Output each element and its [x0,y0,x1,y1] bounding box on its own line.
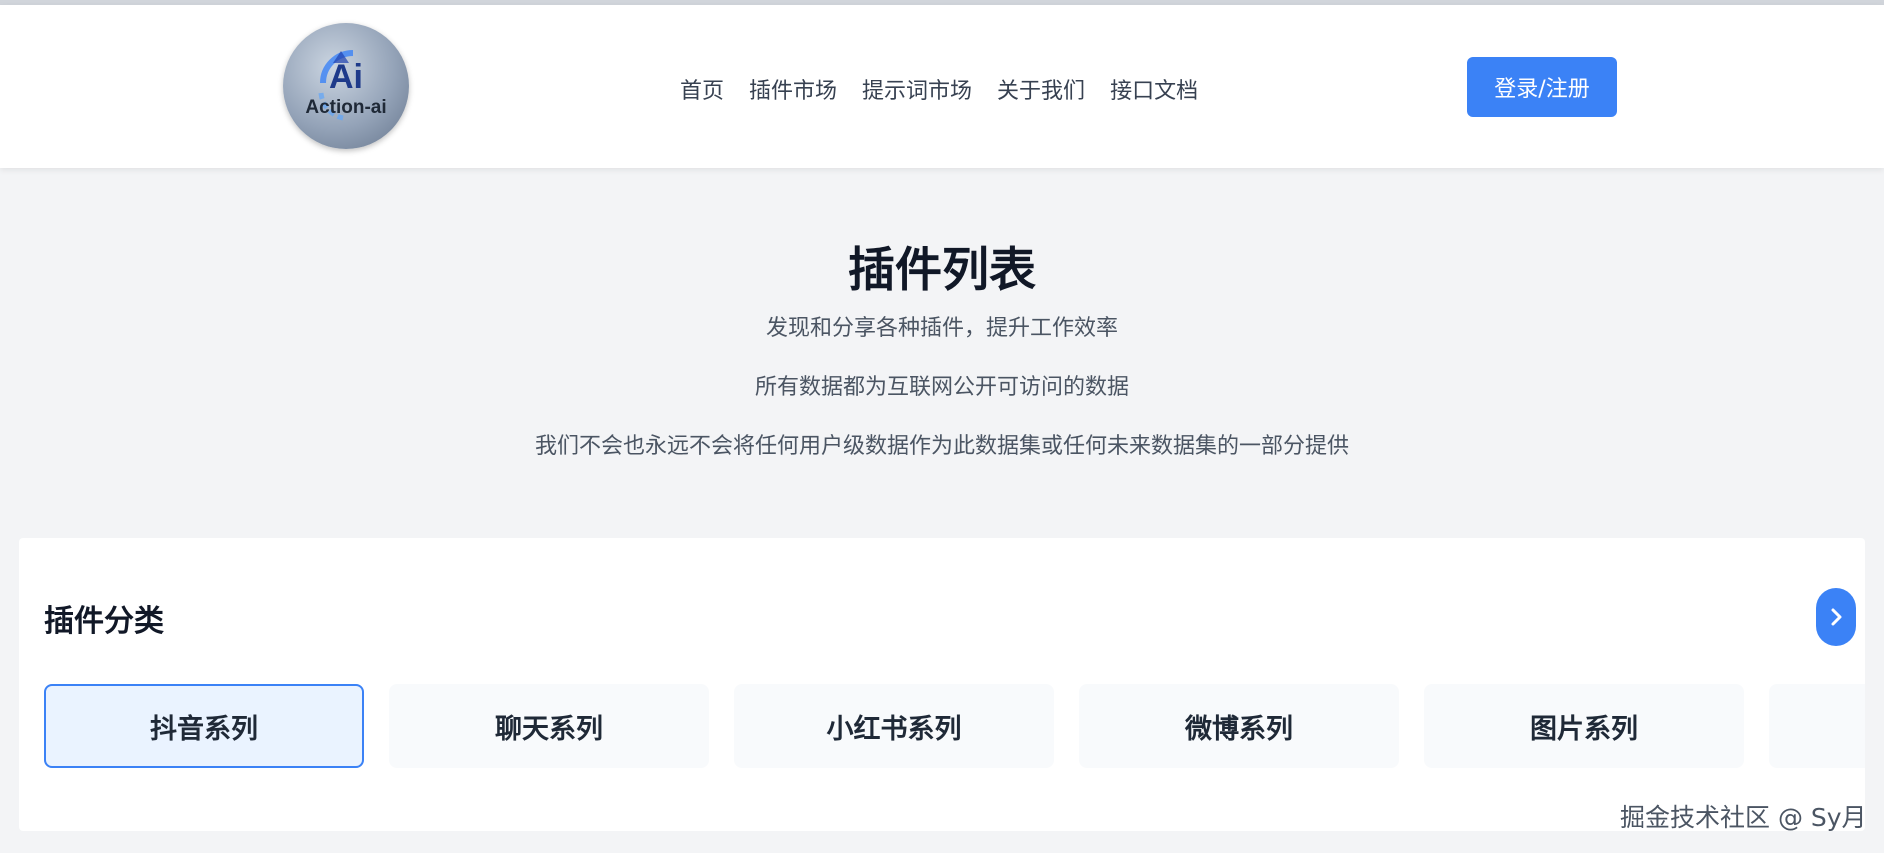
data-notice-privacy: 我们不会也永远不会将任何用户级数据作为此数据集或任何未来数据集的一部分提供 [534,434,1349,459]
category-list: 抖音系列 聊天系列 小红书系列 微博系列 图片系列 [44,684,1865,774]
main-nav: 首页 插件市场 提示词市场 关于我们 接口文档 [680,73,1198,105]
nav-home[interactable]: 首页 [680,73,724,105]
watermark: 掘金技术社区 @ Sy月 [1620,803,1867,832]
data-notice-public: 所有数据都为互联网公开可访问的数据 [754,375,1129,400]
nav-plugin-market[interactable]: 插件市场 [749,73,837,105]
category-panel: 插件分类 抖音系列 聊天系列 小红书系列 微博系列 图片系列 [19,538,1865,831]
page-subtitle: 发现和分享各种插件，提升工作效率 [765,316,1118,341]
category-card-xiaohongshu[interactable]: 小红书系列 [734,684,1054,768]
logo[interactable]: Ai Action-ai [283,23,409,149]
category-card-douyin[interactable]: 抖音系列 [44,684,364,768]
category-card-partial[interactable] [1769,684,1865,768]
logo-image: Ai Action-ai [305,50,387,121]
category-card-chat[interactable]: 聊天系列 [389,684,709,768]
page-title: 插件列表 [848,243,1036,298]
nav-api-docs[interactable]: 接口文档 [1110,73,1198,105]
logo-text-bottom: Action-ai [305,97,386,118]
hero-section: 插件列表 发现和分享各种插件，提升工作效率 所有数据都为互联网公开可访问的数据 … [0,240,1884,464]
nav-prompt-market[interactable]: 提示词市场 [862,73,972,105]
category-next-button[interactable] [1816,588,1856,646]
category-card-weibo[interactable]: 微博系列 [1079,684,1399,768]
login-register-button[interactable]: 登录/注册 [1467,57,1617,117]
category-card-image[interactable]: 图片系列 [1424,684,1744,768]
site-header: Ai Action-ai 首页 插件市场 提示词市场 关于我们 接口文档 登录/… [0,5,1884,168]
nav-about[interactable]: 关于我们 [997,73,1085,105]
category-title: 插件分类 [44,604,164,639]
logo-text-top: Ai [329,58,363,96]
chevron-right-icon [1831,608,1842,626]
